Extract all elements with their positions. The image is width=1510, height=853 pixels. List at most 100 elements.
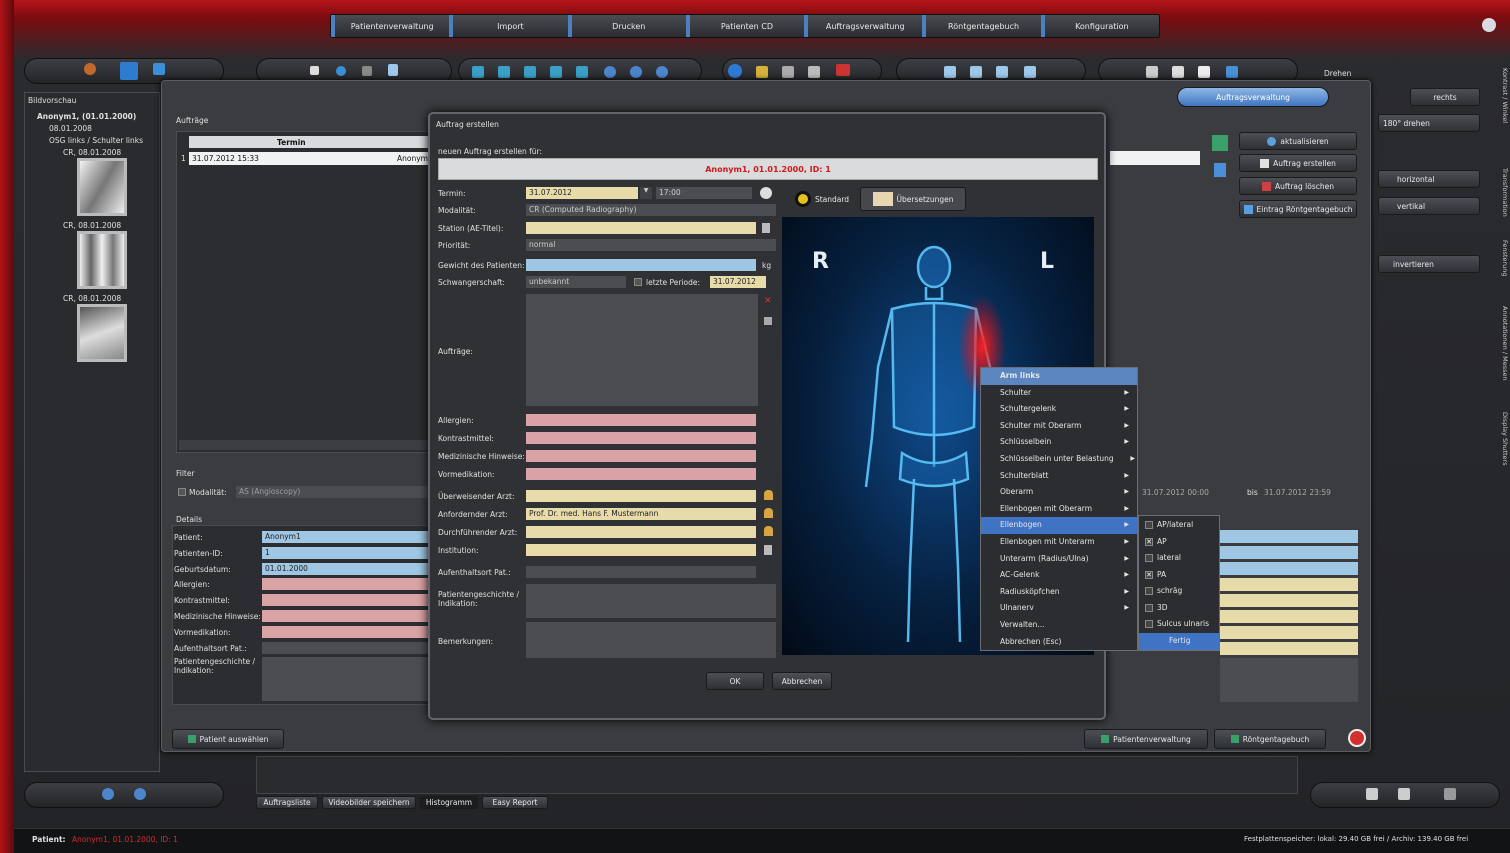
rotate-right-button[interactable]: rechts [1410,88,1480,106]
menu-item-radiuskoepfchen[interactable]: Radiusköpfchen ▶ [981,584,1137,601]
vtab-fensterung[interactable]: Fensterung [1497,240,1509,300]
periode-checkbox[interactable] [634,278,642,286]
zoom-2-icon[interactable] [630,66,642,78]
ruler-icon[interactable] [756,66,768,78]
menu-item-unterarm[interactable]: Unterarm (Radius/Ulna) ▶ [981,551,1137,568]
tree-view-icon[interactable] [120,62,138,80]
menu-item-schulter[interactable]: Schulter ▶ [981,385,1137,402]
anfordernder-input[interactable]: Prof. Dr. med. Hans F. Mustermann [526,508,756,520]
menu-item-ellenbogen-unterarm[interactable]: Ellenbogen mit Unterarm ▶ [981,534,1137,551]
tab-drucken[interactable]: Drucken [567,15,686,37]
vtab-display-shutters[interactable]: Display Shutters [1497,412,1509,482]
doctor-lookup-icon-2[interactable] [764,508,773,518]
image-tool-2-icon[interactable] [498,66,510,78]
checkbox-lateral[interactable] [1145,554,1153,562]
crop-icon[interactable] [782,66,794,78]
patient-auswaehlen-button[interactable]: Patient auswählen [172,729,284,749]
blue-grid-icon[interactable] [1214,163,1226,177]
periode-input[interactable]: 31.07.2012 [710,276,766,288]
remove-auftrag-icon[interactable]: ✕ [764,297,772,306]
tab-patienten-cd[interactable]: Patienten CD [685,15,804,37]
hand-tool-icon[interactable] [310,66,319,75]
checkbox-ap[interactable]: ✕ [1145,537,1153,546]
zoom-3-icon[interactable] [656,66,668,78]
globe-icon[interactable] [336,66,346,76]
checkbox-schraeg[interactable] [1145,587,1153,595]
eintrag-roentgentagebuch-button[interactable]: Eintrag Röntgentagebuch [1239,200,1357,218]
durchfuehrender-input[interactable] [526,526,756,538]
help-icon[interactable] [1482,18,1496,32]
vormed-input[interactable] [526,468,756,480]
menu-item-schluesselbein[interactable]: Schlüsselbein ▶ [981,434,1137,451]
tab-roentgentagebuch[interactable]: Röntgentagebuch [922,15,1040,37]
image-tool-1-icon[interactable] [472,66,484,78]
tree-image-3[interactable]: CR, 08.01.2008 [63,294,121,303]
patientenverwaltung-button[interactable]: Patientenverwaltung [1084,729,1208,749]
station-input[interactable] [526,222,756,234]
aktualisieren-button[interactable]: aktualisieren [1239,132,1357,150]
ok-button[interactable]: OK [706,672,764,690]
image-tool-5-icon[interactable] [576,66,588,78]
export-icon[interactable] [808,66,820,78]
vtab-transformation[interactable]: Transformation [1497,168,1509,238]
zoom-1-icon[interactable] [604,66,616,78]
layout-2-icon[interactable] [970,66,982,78]
edit-auftrag-icon[interactable] [764,317,772,325]
submenu-item-pa[interactable]: ✕ PA [1139,567,1219,584]
layout-4-icon[interactable] [996,66,1008,78]
thumbnail-1[interactable] [77,158,127,216]
menu-item-schulterblatt[interactable]: Schulterblatt ▶ [981,468,1137,485]
checkbox-sulcus[interactable] [1145,620,1153,628]
ueberweisender-input[interactable] [526,490,756,502]
date-to[interactable]: 31.07.2012 23:59 [1264,488,1331,497]
roentgentagebuch-button[interactable]: Röntgentagebuch [1214,729,1326,749]
modalitaet-select-d[interactable]: CR (Computed Radiography) [526,204,776,216]
auftrag-erstellen-button[interactable]: Auftrag erstellen [1239,154,1357,172]
tab-standard[interactable]: Standard [786,187,858,211]
submenu-fertig-button[interactable]: Fertig [1139,633,1219,650]
checkbox-3d[interactable] [1145,603,1153,612]
termin-time-input[interactable]: 17:00 [656,187,752,199]
copy-icon[interactable] [1172,66,1184,78]
close-icon[interactable] [1348,729,1366,747]
tab-konfiguration[interactable]: Konfiguration [1040,15,1159,37]
flip-vertical-button[interactable]: vertikal [1378,197,1480,215]
menu-item-ellenbogen-oberarm[interactable]: Ellenbogen mit Oberarm ▶ [981,501,1137,518]
layers-icon[interactable] [1444,788,1456,800]
tab-patientenverwaltung[interactable]: Patientenverwaltung [331,15,449,37]
auftrag-loeschen-button[interactable]: Auftrag löschen [1239,177,1357,195]
vtab-annotationen[interactable]: Annotationen / Messen [1497,306,1509,406]
menu-item-verwalten[interactable]: Verwalten... [981,617,1137,634]
pen-icon[interactable] [1226,66,1238,78]
menu-item-schluesselbein-belastung[interactable]: Schlüsselbein unter Belastung ▶ [981,451,1137,468]
thumbnail-2[interactable] [77,231,127,289]
menu-item-ulnanerv[interactable]: Ulnanerv ▶ [981,600,1137,617]
document-icon[interactable] [388,64,398,76]
hinweise-input[interactable] [526,450,756,462]
date-from[interactable]: 31.07.2012 00:00 [1142,488,1209,497]
schwanger-select[interactable]: unbekannt [526,276,626,288]
patient-icon[interactable] [84,63,96,75]
flip-horizontal-button[interactable]: horizontal [1378,170,1480,188]
zoom-in-icon[interactable] [134,788,146,800]
bemerkungen-input[interactable] [526,622,776,658]
doctor-lookup-icon-3[interactable] [764,526,773,536]
tree-image-2[interactable]: CR, 08.01.2008 [63,221,121,230]
list-view-icon[interactable] [153,63,165,75]
menu-item-abbrechen[interactable]: Abbrechen (Esc) [981,634,1137,651]
thumbnail-3[interactable] [77,304,127,362]
image-tool-3-icon[interactable] [524,66,536,78]
window-icon[interactable] [1198,66,1210,78]
termin-date-input[interactable]: 31.07.2012 [526,187,638,199]
calendar-icon[interactable] [760,187,772,199]
redo-icon[interactable] [1398,788,1410,800]
geschichte-input[interactable] [526,584,776,618]
submenu-item-ap-lateral[interactable]: AP/lateral [1139,517,1219,534]
tab-import[interactable]: Import [449,15,567,37]
menu-item-schulter-oberarm[interactable]: Schulter mit Oberarm ▶ [981,418,1137,435]
layout-grid-icon[interactable] [1024,66,1036,78]
info-icon[interactable] [728,64,742,78]
submenu-item-3d[interactable]: 3D [1139,600,1219,617]
checkbox-pa[interactable]: ✕ [1145,570,1153,579]
termin-dropdown-icon[interactable]: ▼ [640,187,652,199]
